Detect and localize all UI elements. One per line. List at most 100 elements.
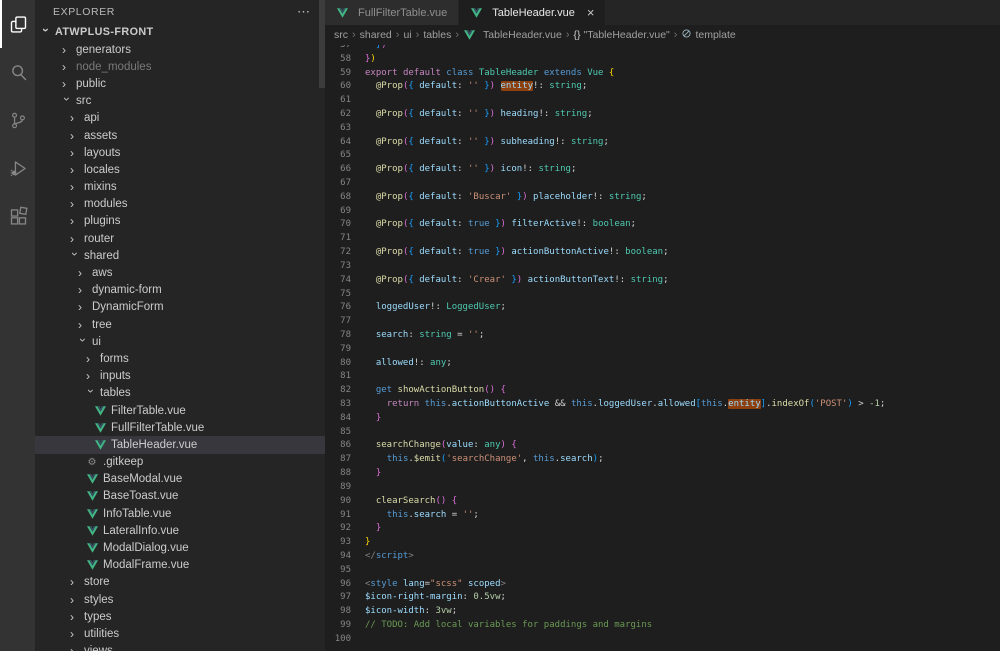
tree-item-shared[interactable]: ›shared bbox=[35, 247, 325, 264]
code-line-70[interactable]: 70 @Prop({ default: true }) filterActive… bbox=[325, 218, 1000, 232]
breadcrumb-item-tables[interactable]: tables bbox=[423, 29, 451, 41]
tree-item-forms[interactable]: ›forms bbox=[35, 350, 325, 367]
tree-item-tables[interactable]: ›tables bbox=[35, 385, 325, 402]
code-line-98[interactable]: 98$icon-width: 3vw; bbox=[325, 604, 1000, 618]
tree-item-atwplus-front[interactable]: ›ATWPLUS-FRONT bbox=[35, 23, 325, 41]
tree-item-modaldialog-vue[interactable]: ModalDialog.vue bbox=[35, 539, 325, 556]
sidebar-scrollbar[interactable] bbox=[319, 0, 325, 88]
tree-item-router[interactable]: ›router bbox=[35, 230, 325, 247]
code-line-81[interactable]: 81 bbox=[325, 370, 1000, 384]
code-line-78[interactable]: 78 search: string = ''; bbox=[325, 328, 1000, 342]
tree-item-dynamicform[interactable]: ›DynamicForm bbox=[35, 299, 325, 316]
code-line-64[interactable]: 64 @Prop({ default: '' }) subheading!: s… bbox=[325, 135, 1000, 149]
code-line-88[interactable]: 88 } bbox=[325, 466, 1000, 480]
code-line-63[interactable]: 63 bbox=[325, 121, 1000, 135]
tree-item-views[interactable]: ›views bbox=[35, 643, 325, 651]
tab-fullfiltertable-vue[interactable]: FullFilterTable.vue bbox=[325, 0, 459, 25]
tree-item-basemodal-vue[interactable]: BaseModal.vue bbox=[35, 471, 325, 488]
code-line-75[interactable]: 75 bbox=[325, 287, 1000, 301]
line-number: 86 bbox=[325, 440, 351, 450]
code-editor[interactable]: 57 })58})59export default class TableHea… bbox=[325, 45, 1000, 651]
code-line-77[interactable]: 77 bbox=[325, 314, 1000, 328]
code-line-87[interactable]: 87 this.$emit('searchChange', this.searc… bbox=[325, 452, 1000, 466]
tree-item-modules[interactable]: ›modules bbox=[35, 196, 325, 213]
breadcrumb-item-shared[interactable]: shared bbox=[360, 29, 392, 41]
tree-item-tableheader-vue[interactable]: TableHeader.vue bbox=[35, 436, 325, 453]
code-line-66[interactable]: 66 @Prop({ default: '' }) icon!: string; bbox=[325, 162, 1000, 176]
tree-item-layouts[interactable]: ›layouts bbox=[35, 144, 325, 161]
breadcrumb-item-tableheader-vue[interactable]: TableHeader.vue bbox=[463, 29, 562, 41]
tree-item-store[interactable]: ›store bbox=[35, 574, 325, 591]
tree-item-ui[interactable]: ›ui bbox=[35, 333, 325, 350]
code-line-67[interactable]: 67 bbox=[325, 176, 1000, 190]
tree-item-tree[interactable]: ›tree bbox=[35, 316, 325, 333]
tree-item-fullfiltertable-vue[interactable]: FullFilterTable.vue bbox=[35, 419, 325, 436]
breadcrumb-item-tableheader-vue[interactable]: {}"TableHeader.vue" bbox=[574, 29, 670, 41]
code-line-84[interactable]: 84 } bbox=[325, 411, 1000, 425]
tree-item-locales[interactable]: ›locales bbox=[35, 161, 325, 178]
breadcrumb-item-template[interactable]: template bbox=[681, 28, 735, 42]
code-line-62[interactable]: 62 @Prop({ default: '' }) heading!: stri… bbox=[325, 107, 1000, 121]
code-line-80[interactable]: 80 allowed!: any; bbox=[325, 356, 1000, 370]
tree-item-aws[interactable]: ›aws bbox=[35, 264, 325, 281]
code-line-61[interactable]: 61 bbox=[325, 93, 1000, 107]
tree-item-styles[interactable]: ›styles bbox=[35, 591, 325, 608]
source-control-icon[interactable] bbox=[0, 96, 35, 144]
tree-item-mixins[interactable]: ›mixins bbox=[35, 179, 325, 196]
tree-item-modalframe-vue[interactable]: ModalFrame.vue bbox=[35, 557, 325, 574]
code-line-65[interactable]: 65 bbox=[325, 149, 1000, 163]
tree-item-public[interactable]: ›public bbox=[35, 75, 325, 92]
explorer-icon[interactable] bbox=[0, 0, 35, 48]
tree-item-infotable-vue[interactable]: InfoTable.vue bbox=[35, 505, 325, 522]
tree-item-dynamic-form[interactable]: ›dynamic-form bbox=[35, 282, 325, 299]
tree-item-inputs[interactable]: ›inputs bbox=[35, 368, 325, 385]
code-line-96[interactable]: 96<style lang="scss" scoped> bbox=[325, 577, 1000, 591]
code-line-59[interactable]: 59export default class TableHeader exten… bbox=[325, 66, 1000, 80]
code-line-92[interactable]: 92 } bbox=[325, 521, 1000, 535]
code-line-85[interactable]: 85 bbox=[325, 425, 1000, 439]
code-line-100[interactable]: 100 bbox=[325, 632, 1000, 646]
code-line-89[interactable]: 89 bbox=[325, 480, 1000, 494]
code-line-95[interactable]: 95 bbox=[325, 563, 1000, 577]
code-line-79[interactable]: 79 bbox=[325, 342, 1000, 356]
tree-item-src[interactable]: ›src bbox=[35, 93, 325, 110]
code-line-72[interactable]: 72 @Prop({ default: true }) actionButton… bbox=[325, 245, 1000, 259]
code-line-57[interactable]: 57 }) bbox=[325, 45, 1000, 52]
code-line-60[interactable]: 60 @Prop({ default: '' }) entity!: strin… bbox=[325, 79, 1000, 93]
run-and-debug-icon[interactable] bbox=[0, 144, 35, 192]
code-line-91[interactable]: 91 this.search = ''; bbox=[325, 508, 1000, 522]
code-line-71[interactable]: 71 bbox=[325, 231, 1000, 245]
code-line-97[interactable]: 97$icon-right-margin: 0.5vw; bbox=[325, 591, 1000, 605]
code-line-69[interactable]: 69 bbox=[325, 204, 1000, 218]
tree-item-basetoast-vue[interactable]: BaseToast.vue bbox=[35, 488, 325, 505]
code-line-90[interactable]: 90 clearSearch() { bbox=[325, 494, 1000, 508]
code-line-94[interactable]: 94</script> bbox=[325, 549, 1000, 563]
code-line-93[interactable]: 93} bbox=[325, 535, 1000, 549]
tab-tableheader-vue[interactable]: TableHeader.vue× bbox=[459, 0, 605, 25]
code-line-58[interactable]: 58}) bbox=[325, 52, 1000, 66]
tree-item-plugins[interactable]: ›plugins bbox=[35, 213, 325, 230]
tree-item-api[interactable]: ›api bbox=[35, 110, 325, 127]
breadcrumb-item-src[interactable]: src bbox=[334, 29, 348, 41]
tree-item-lateralinfo-vue[interactable]: LateralInfo.vue bbox=[35, 522, 325, 539]
code-line-76[interactable]: 76 loggedUser!: LoggedUser; bbox=[325, 300, 1000, 314]
tree-item-filtertable-vue[interactable]: FilterTable.vue bbox=[35, 402, 325, 419]
tree-item-utilities[interactable]: ›utilities bbox=[35, 625, 325, 642]
extensions-icon[interactable] bbox=[0, 192, 35, 240]
tree-item-node-modules[interactable]: ›node_modules bbox=[35, 58, 325, 75]
more-actions-icon[interactable]: ⋯ bbox=[297, 4, 311, 20]
tree-item-gitkeep[interactable]: ⚙.gitkeep bbox=[35, 454, 325, 471]
search-icon[interactable] bbox=[0, 48, 35, 96]
breadcrumb-item-ui[interactable]: ui bbox=[403, 29, 411, 41]
code-line-86[interactable]: 86 searchChange(value: any) { bbox=[325, 439, 1000, 453]
code-line-73[interactable]: 73 bbox=[325, 259, 1000, 273]
code-line-99[interactable]: 99// TODO: Add local variables for paddi… bbox=[325, 618, 1000, 632]
tree-item-assets[interactable]: ›assets bbox=[35, 127, 325, 144]
tree-item-generators[interactable]: ›generators bbox=[35, 41, 325, 58]
code-line-74[interactable]: 74 @Prop({ default: 'Crear' }) actionBut… bbox=[325, 273, 1000, 287]
code-line-68[interactable]: 68 @Prop({ default: 'Buscar' }) placehol… bbox=[325, 190, 1000, 204]
tree-item-types[interactable]: ›types bbox=[35, 608, 325, 625]
code-line-83[interactable]: 83 return this.actionButtonActive && thi… bbox=[325, 397, 1000, 411]
close-icon[interactable]: × bbox=[587, 7, 595, 18]
code-line-82[interactable]: 82 get showActionButton() { bbox=[325, 383, 1000, 397]
